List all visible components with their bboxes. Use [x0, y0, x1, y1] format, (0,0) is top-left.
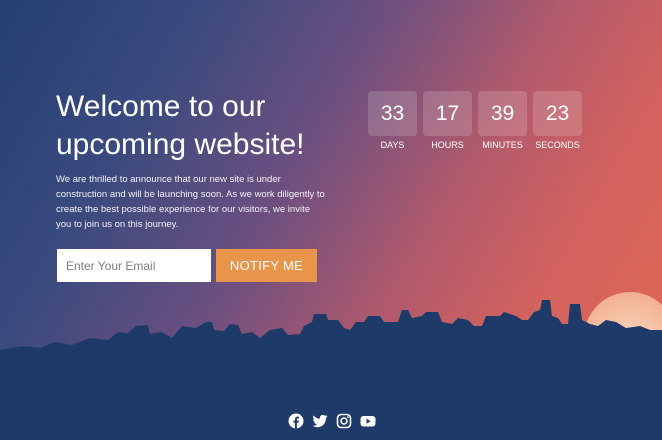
countdown-hours: 17 HOURS	[423, 91, 472, 150]
countdown-value: 23	[533, 91, 582, 136]
countdown-label: HOURS	[431, 140, 464, 150]
moon-icon	[28, 14, 60, 45]
countdown-value: 39	[478, 91, 527, 136]
facebook-icon[interactable]	[288, 413, 304, 429]
countdown-value: 17	[423, 91, 472, 136]
countdown-seconds: 23 SECONDS	[533, 91, 582, 150]
signup-form: NOTIFY ME	[57, 249, 317, 282]
notify-me-button[interactable]: NOTIFY ME	[216, 249, 317, 282]
countdown-label: DAYS	[380, 140, 405, 150]
email-input[interactable]	[57, 249, 211, 282]
instagram-icon[interactable]	[336, 413, 352, 429]
social-links	[288, 413, 376, 429]
twitter-icon[interactable]	[312, 413, 328, 429]
countdown-minutes: 39 MINUTES	[478, 91, 527, 150]
page-title: Welcome to our upcoming website!	[56, 90, 305, 161]
countdown-value: 33	[368, 91, 417, 136]
countdown-label: SECONDS	[535, 140, 580, 150]
intro-text: We are thrilled to announce that our new…	[56, 174, 325, 230]
countdown-days: 33 DAYS	[368, 91, 417, 150]
countdown-timer: 33 DAYS 17 HOURS 39 MINUTES 23 SECONDS	[368, 91, 582, 150]
youtube-icon[interactable]	[360, 413, 376, 429]
countdown-label: MINUTES	[482, 140, 523, 150]
